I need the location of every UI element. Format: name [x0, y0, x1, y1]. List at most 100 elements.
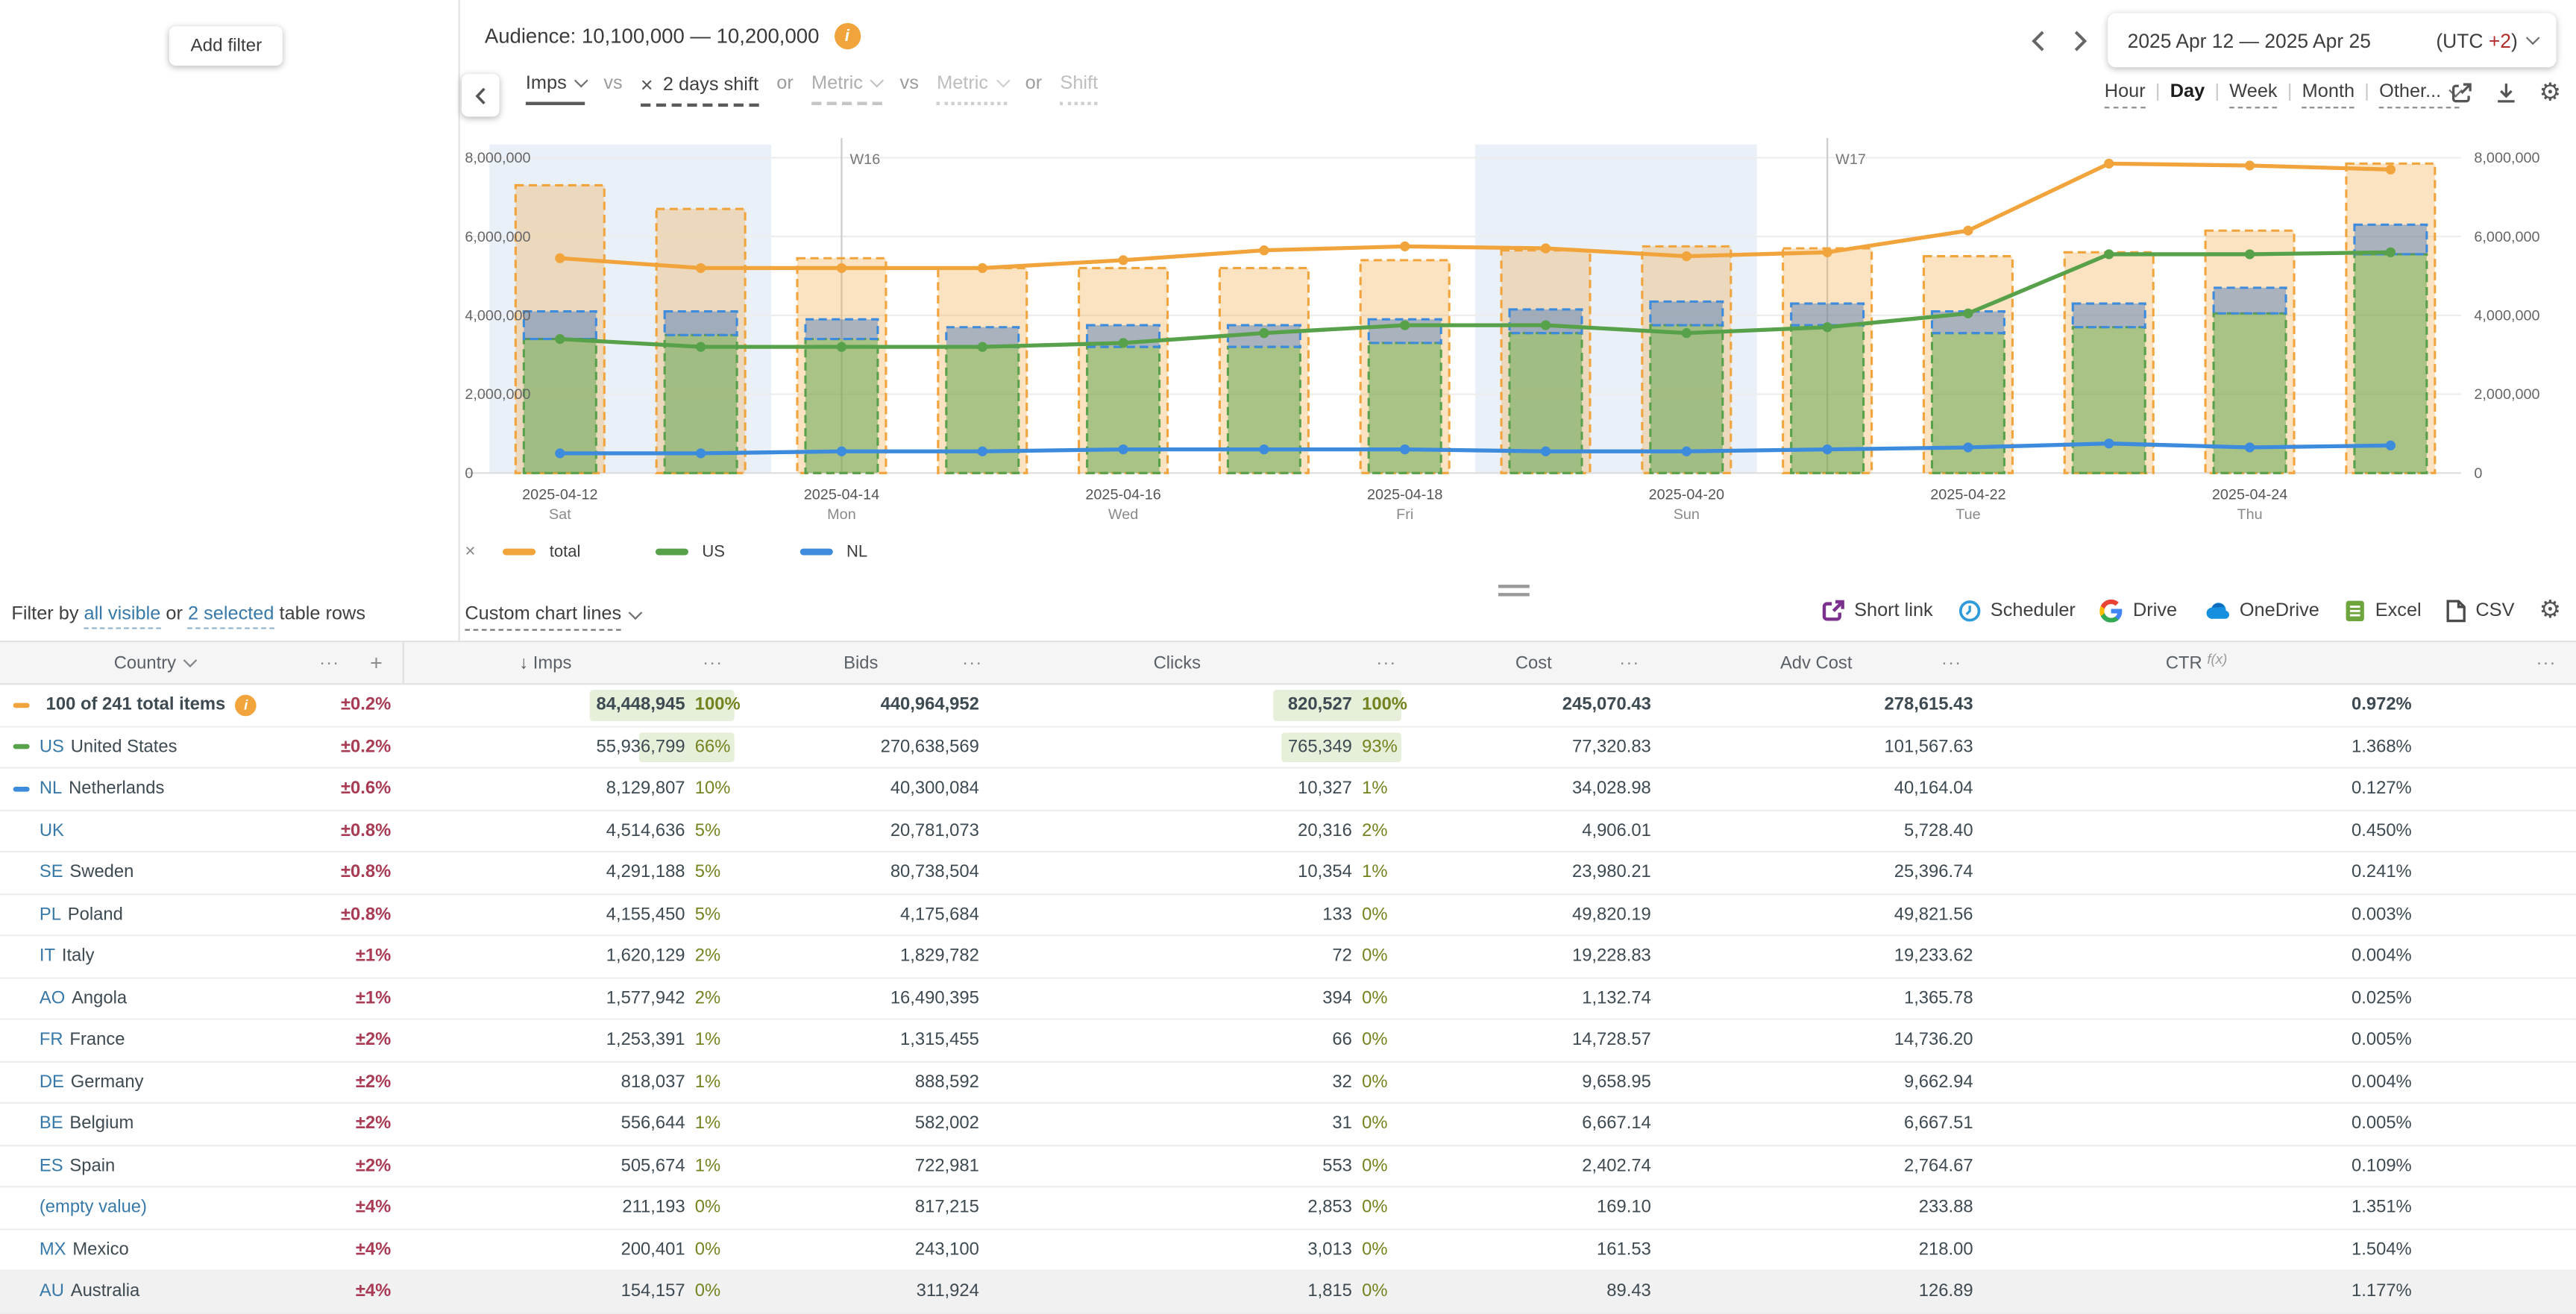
- cell-country[interactable]: MXMexico: [0, 1230, 309, 1270]
- legend-close-icon[interactable]: ×: [465, 542, 475, 562]
- cell-ctr: 1.504%: [1982, 1230, 2576, 1270]
- cell-country[interactable]: USUnited States: [0, 727, 309, 767]
- date-prev-icon[interactable]: [2023, 14, 2052, 66]
- country-column-menu-icon[interactable]: ···: [309, 642, 350, 683]
- cell-country[interactable]: DEGermany: [0, 1062, 309, 1102]
- date-next-icon[interactable]: [2065, 14, 2095, 66]
- table-row[interactable]: ESSpain±2%505,6741%722,9815530%2,402.742…: [0, 1145, 2576, 1187]
- cell-bids: 440,964,952: [743, 685, 1002, 725]
- column-header-adv-cost[interactable]: Adv Cost ···: [1659, 642, 1982, 683]
- series-marker: [13, 954, 30, 959]
- date-range-picker[interactable]: 2025 Apr 12 — 2025 Apr 25 (UTC +2): [2108, 13, 2556, 68]
- cell-country[interactable]: BEBelgium: [0, 1104, 309, 1144]
- cell-clicks: 2,8530%: [1002, 1187, 1416, 1227]
- adv-cost-column-menu-icon[interactable]: ···: [1941, 642, 1961, 683]
- cell-uncertainty: ±0.6%: [309, 769, 391, 809]
- cell-ctr: 0.004%: [1982, 1062, 2576, 1102]
- cell-imps: 8,129,80710%: [403, 769, 743, 809]
- cell-imps: 4,155,4505%: [403, 894, 743, 934]
- custom-chart-lines-dropdown[interactable]: Custom chart lines: [465, 605, 640, 624]
- column-header-bids[interactable]: Bids ···: [743, 642, 1002, 683]
- vs-label: vs: [900, 74, 919, 93]
- table-row[interactable]: UK±0.8%4,514,6365%20,781,07320,3162%4,90…: [0, 811, 2576, 852]
- short-link-button[interactable]: Short link: [1821, 599, 1933, 622]
- cell-country[interactable]: (empty value): [0, 1187, 309, 1227]
- svg-text:2025-04-14: 2025-04-14: [804, 487, 879, 503]
- onedrive-button[interactable]: OneDrive: [2202, 600, 2319, 620]
- excel-button[interactable]: Excel: [2344, 599, 2422, 622]
- column-header-clicks[interactable]: Clicks ···: [1002, 642, 1416, 683]
- cell-country[interactable]: ESSpain: [0, 1145, 309, 1186]
- table-settings-gear-icon[interactable]: ⚙: [2539, 598, 2562, 623]
- add-filter-button[interactable]: Add filter: [169, 26, 283, 66]
- table-row[interactable]: 100 of 241 total itemsi±0.2%84,448,94510…: [0, 685, 2576, 726]
- scheduler-button[interactable]: Scheduler: [1958, 599, 2076, 622]
- chart-canvas[interactable]: W16W172025-04-12Sat2025-04-14Mon2025-04-…: [460, 95, 2576, 529]
- column-header-cost[interactable]: Cost ···: [1416, 642, 1659, 683]
- svg-text:Tue: Tue: [1955, 506, 1980, 523]
- legend-item-NL[interactable]: NL: [800, 543, 867, 561]
- table-row[interactable]: MXMexico±4%200,4010%243,1003,0130%161.53…: [0, 1230, 2576, 1271]
- legend-item-total[interactable]: total: [503, 543, 580, 561]
- cell-uncertainty: ±1%: [309, 936, 391, 976]
- chart-resize-handle[interactable]: [1498, 585, 1530, 600]
- table-row[interactable]: FRFrance±2%1,253,3911%1,315,455660%14,72…: [0, 1020, 2576, 1062]
- cell-cost: 23,980.21: [1416, 852, 1659, 893]
- cell-country[interactable]: ITItaly: [0, 936, 309, 976]
- cell-country[interactable]: AOAngola: [0, 978, 309, 1019]
- google-drive-button[interactable]: Drive: [2100, 599, 2177, 622]
- cell-uncertainty: ±1%: [309, 978, 391, 1019]
- cell-ctr: 0.241%: [1982, 852, 2576, 893]
- csv-button[interactable]: CSV: [2446, 599, 2515, 622]
- bids-column-menu-icon[interactable]: ···: [962, 642, 982, 683]
- cell-country[interactable]: NLNetherlands: [0, 769, 309, 809]
- cell-country[interactable]: 100 of 241 total itemsi: [0, 685, 309, 725]
- cell-country[interactable]: SESweden: [0, 852, 309, 893]
- svg-text:2025-04-16: 2025-04-16: [1085, 487, 1160, 503]
- utc-label: (UTC +2): [2436, 29, 2517, 52]
- cell-country[interactable]: PLPoland: [0, 894, 309, 934]
- info-icon[interactable]: i: [235, 694, 257, 716]
- cell-clicks: 720%: [1002, 936, 1416, 976]
- cell-imps: 55,936,79966%: [403, 727, 743, 767]
- table-row[interactable]: SESweden±0.8%4,291,1885%80,738,50410,354…: [0, 852, 2576, 894]
- cell-country[interactable]: FRFrance: [0, 1020, 309, 1060]
- filter-all-visible-link[interactable]: all visible: [84, 605, 161, 629]
- cell-imps: 818,0371%: [403, 1062, 743, 1102]
- cell-country[interactable]: AUAustralia: [0, 1271, 309, 1312]
- excel-icon: [2344, 599, 2366, 622]
- table-row[interactable]: PLPoland±0.8%4,155,4505%4,175,6841330%49…: [0, 894, 2576, 936]
- date-range-label: 2025 Apr 12 — 2025 Apr 25: [2128, 29, 2437, 52]
- ctr-column-menu-icon[interactable]: ···: [2536, 642, 2556, 683]
- table-row[interactable]: DEGermany±2%818,0371%888,592320%9,658.95…: [0, 1062, 2576, 1104]
- cell-country[interactable]: UK: [0, 811, 309, 851]
- series-marker: [13, 1163, 30, 1169]
- svg-text:W16: W16: [849, 151, 880, 168]
- table-row[interactable]: USUnited States±0.2%55,936,79966%270,638…: [0, 727, 2576, 769]
- cell-uncertainty: ±2%: [309, 1104, 391, 1144]
- table-row[interactable]: (empty value)±4%211,1930%817,2152,8530%1…: [0, 1187, 2576, 1229]
- clicks-column-menu-icon[interactable]: ···: [1376, 642, 1396, 683]
- cell-bids: 1,829,782: [743, 936, 1002, 976]
- cell-uncertainty: ±0.2%: [309, 685, 391, 725]
- cost-column-menu-icon[interactable]: ···: [1619, 642, 1639, 683]
- svg-text:0: 0: [465, 465, 473, 482]
- cell-ctr: 0.005%: [1982, 1020, 2576, 1060]
- table-row[interactable]: AOAngola±1%1,577,9422%16,490,3953940%1,1…: [0, 978, 2576, 1020]
- table-row[interactable]: BEBelgium±2%556,6441%582,002310%6,667.14…: [0, 1104, 2576, 1145]
- cell-imps: 505,6741%: [403, 1145, 743, 1186]
- column-header-imps[interactable]: ↓Imps ···: [403, 642, 743, 683]
- table-row[interactable]: NLNetherlands±0.6%8,129,80710%40,300,084…: [0, 769, 2576, 811]
- cell-ctr: 0.005%: [1982, 1104, 2576, 1144]
- column-header-ctr[interactable]: CTRf(x) ···: [1982, 642, 2576, 683]
- table-row[interactable]: AUAustralia±4%154,1570%311,9241,8150%89.…: [0, 1271, 2576, 1313]
- add-column-button[interactable]: +: [350, 642, 402, 683]
- table-row[interactable]: ITItaly±1%1,620,1292%1,829,782720%19,228…: [0, 936, 2576, 978]
- cell-bids: 4,175,684: [743, 894, 1002, 934]
- imps-column-menu-icon[interactable]: ···: [703, 642, 723, 683]
- legend-item-US[interactable]: US: [656, 543, 725, 561]
- remove-shift-icon[interactable]: ×: [641, 74, 653, 95]
- filter-selected-link[interactable]: 2 selected: [188, 605, 274, 629]
- audience-info-icon[interactable]: i: [834, 23, 860, 49]
- column-header-country[interactable]: Country: [0, 642, 309, 683]
